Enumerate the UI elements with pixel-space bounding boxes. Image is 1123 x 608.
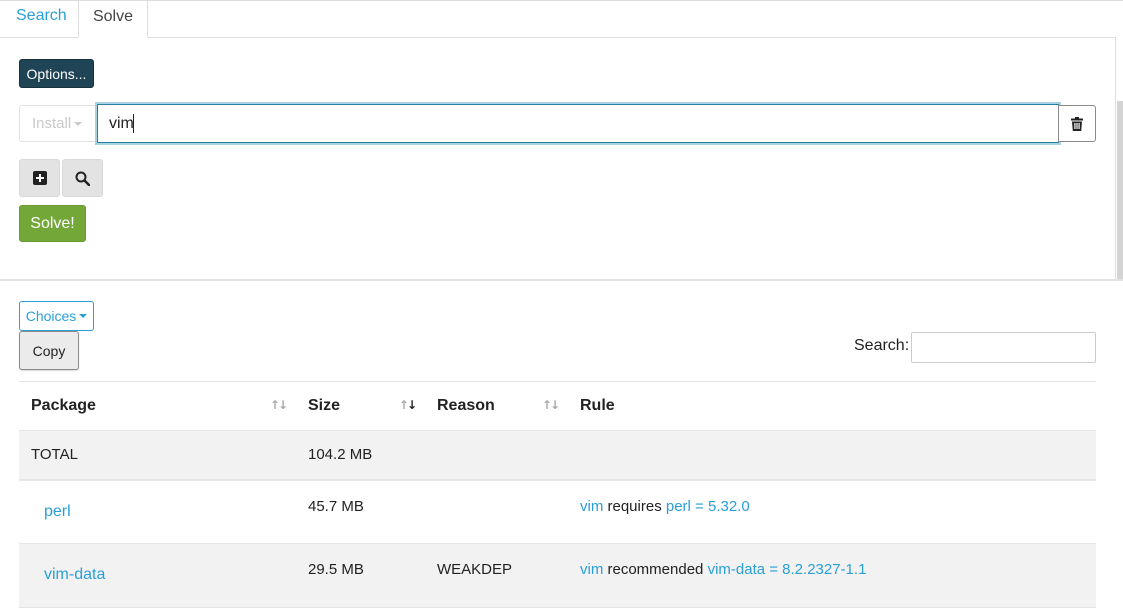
rule-object-link[interactable]: perl = 5.32.0 [666, 498, 750, 515]
total-rule [568, 430, 1096, 481]
choices-label: Choices [25, 308, 77, 324]
delete-button[interactable] [1058, 105, 1096, 142]
table-search-input[interactable] [911, 332, 1096, 363]
rule-verb: recommended [607, 561, 704, 578]
add-query-button[interactable] [19, 159, 60, 197]
tab-search[interactable]: Search [0, 0, 83, 37]
package-link[interactable]: perl [19, 479, 296, 544]
column-header-rule[interactable]: Rule [568, 381, 1096, 431]
package-size: 45.7 MB [296, 479, 425, 544]
panel-border [1115, 37, 1116, 280]
trash-icon [1071, 116, 1083, 131]
copy-button[interactable]: Copy [19, 331, 79, 370]
scrollbar-thumb[interactable] [1117, 101, 1123, 281]
caret-down-icon [74, 121, 83, 126]
package-rule: vim recommended vim-data = 8.2.2327-1.1 [568, 543, 1096, 608]
search-icon [75, 171, 90, 186]
sort-desc-icon: ↑↓ [398, 398, 417, 412]
sort-icon: ↑↓ [541, 398, 560, 412]
package-size: 29.5 MB [296, 543, 425, 608]
results-table: Package ↑↓ Size ↑↓ Reason ↑↓ Rule TOTAL … [19, 381, 1096, 608]
section-divider [0, 279, 1123, 281]
rule-object-link[interactable]: vim-data = 8.2.2327-1.1 [708, 561, 867, 578]
caret-down-icon [79, 314, 88, 318]
table-row: vim-data 29.5 MB WEAKDEP vim recommended… [19, 543, 1096, 608]
total-reason [425, 430, 568, 481]
choices-button[interactable]: Choices [19, 301, 94, 331]
tab-bar: Search Solve [0, 0, 1116, 38]
text-cursor [133, 114, 134, 133]
install-label: Install [32, 115, 72, 132]
sort-icon: ↑↓ [269, 398, 288, 412]
query-input[interactable] [97, 104, 1059, 143]
tab-solve[interactable]: Solve [78, 0, 148, 38]
table-row-total: TOTAL 104.2 MB [19, 430, 1096, 481]
search-button[interactable] [62, 159, 103, 197]
options-button[interactable]: Options... [19, 59, 94, 88]
rule-subject-link[interactable]: vim [580, 498, 603, 515]
package-rule: vim requires perl = 5.32.0 [568, 479, 1096, 544]
package-reason: WEAKDEP [425, 543, 568, 608]
column-header-reason[interactable]: Reason ↑↓ [425, 381, 568, 431]
table-search-label: Search: [854, 337, 910, 354]
solve-button[interactable]: Solve! [19, 205, 86, 242]
install-dropdown[interactable]: Install [19, 105, 97, 142]
plus-square-icon [32, 171, 47, 185]
rule-verb: requires [607, 497, 662, 515]
package-link[interactable]: vim-data [19, 543, 296, 608]
package-reason [425, 479, 568, 544]
column-header-package[interactable]: Package ↑↓ [19, 381, 296, 431]
table-header-row: Package ↑↓ Size ↑↓ Reason ↑↓ Rule [19, 381, 1096, 431]
rule-subject-link[interactable]: vim [580, 561, 603, 578]
total-size: 104.2 MB [296, 430, 425, 481]
column-header-size[interactable]: Size ↑↓ [296, 381, 425, 431]
table-row: perl 45.7 MB vim requires perl = 5.32.0 [19, 479, 1096, 544]
total-label: TOTAL [19, 430, 296, 481]
